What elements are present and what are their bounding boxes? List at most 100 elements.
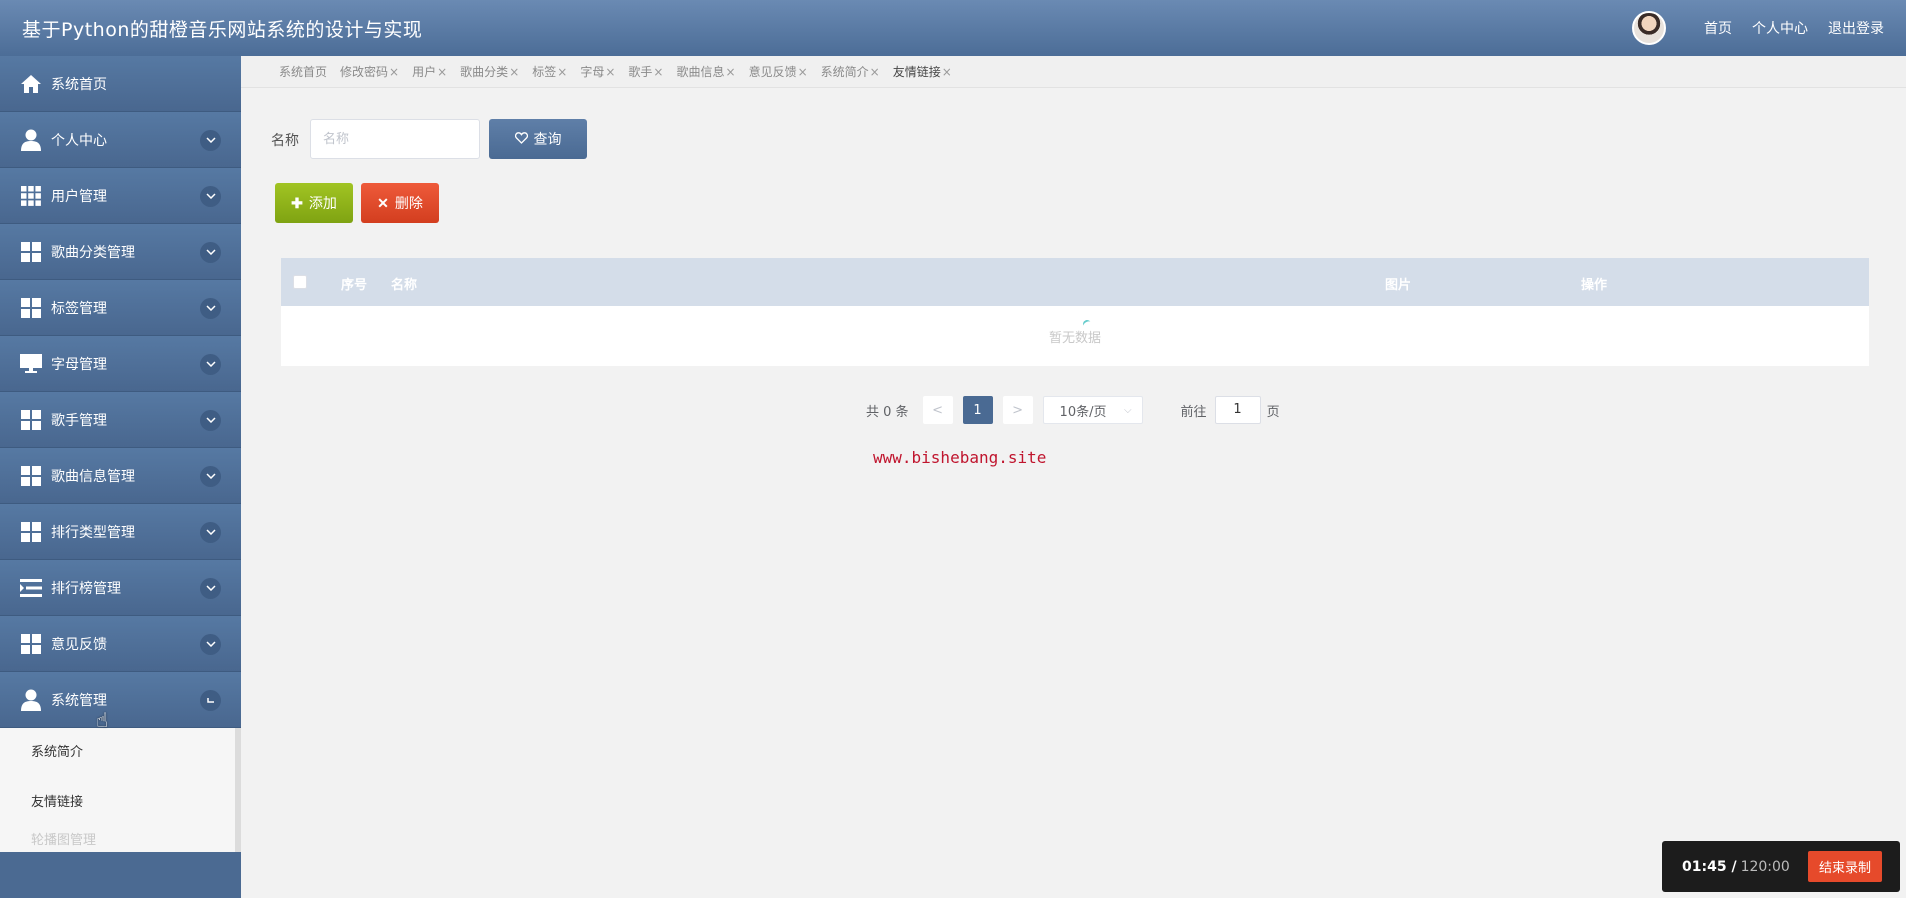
sidebar-item-label: 歌手管理 xyxy=(51,412,107,429)
sidebar-item-song-category[interactable]: 歌曲分类管理 xyxy=(0,224,241,280)
submenu-item-system-intro[interactable]: 系统简介 xyxy=(0,728,235,778)
sidebar-item-tags[interactable]: 标签管理 xyxy=(0,280,241,336)
query-button[interactable]: 查询 xyxy=(489,119,587,159)
sidebar-item-users[interactable]: 用户管理 xyxy=(0,168,241,224)
stop-recording-button[interactable]: 结束录制 xyxy=(1807,851,1882,882)
header-home-link[interactable]: 首页 xyxy=(1704,18,1732,38)
tab-home[interactable]: 系统首页 xyxy=(279,63,327,80)
delete-button[interactable]: ✕ 删除 xyxy=(361,183,439,223)
sidebar-item-home[interactable]: 系统首页 xyxy=(0,56,241,112)
sidebar-item-profile[interactable]: 个人中心 xyxy=(0,112,241,168)
close-icon[interactable]: × xyxy=(437,65,447,79)
app-title: 基于Python的甜橙音乐网站系统的设计与实现 xyxy=(22,18,423,41)
goto-page-input[interactable]: 1 xyxy=(1214,396,1261,424)
tab-system-intro[interactable]: 系统简介× xyxy=(821,63,880,80)
sidebar-item-system[interactable]: 系统管理 xyxy=(0,672,241,728)
tab-tags[interactable]: 标签× xyxy=(532,63,567,80)
name-search-input[interactable] xyxy=(310,119,480,159)
user-icon xyxy=(20,689,42,711)
close-icon[interactable]: × xyxy=(653,65,663,79)
sidebar-item-rankings[interactable]: 排行榜管理 xyxy=(0,560,241,616)
next-page-button[interactable]: > xyxy=(1002,396,1033,424)
column-header-image: 图片 xyxy=(1385,278,1412,293)
chevron-down-icon[interactable] xyxy=(200,465,221,487)
sidebar-item-singers[interactable]: 歌手管理 xyxy=(0,392,241,448)
close-icon[interactable]: × xyxy=(605,65,615,79)
chevron-down-icon[interactable] xyxy=(200,577,221,599)
tab-label: 歌手 xyxy=(628,65,653,79)
sidebar-item-feedback[interactable]: 意见反馈 xyxy=(0,616,241,672)
sidebar-item-label: 排行榜管理 xyxy=(51,580,121,597)
tab-label: 歌曲分类 xyxy=(460,65,509,79)
chevron-up-icon[interactable] xyxy=(200,689,221,711)
tab-users[interactable]: 用户× xyxy=(412,63,447,80)
tab-label: 用户 xyxy=(412,65,437,79)
close-icon[interactable]: × xyxy=(389,65,399,79)
close-icon[interactable]: × xyxy=(798,65,808,79)
page-number-1[interactable]: 1 xyxy=(962,396,993,424)
sidebar-item-label: 系统首页 xyxy=(51,76,107,93)
page-size-select[interactable]: 10条/页 ⌵ xyxy=(1042,396,1143,424)
tab-friend-links[interactable]: 友情链接× xyxy=(893,63,952,80)
tab-label: 修改密码 xyxy=(340,65,389,79)
tiles-icon xyxy=(20,409,42,431)
tab-label: 系统简介 xyxy=(820,65,869,79)
close-icon[interactable]: × xyxy=(870,65,880,79)
tab-letters[interactable]: 字母× xyxy=(580,63,615,80)
header-logout-link[interactable]: 退出登录 xyxy=(1828,18,1884,38)
chevron-down-icon[interactable] xyxy=(200,185,221,207)
tab-singers[interactable]: 歌手× xyxy=(628,63,663,80)
tiles-icon xyxy=(20,633,42,655)
sidebar-item-label: 用户管理 xyxy=(51,188,107,205)
tab-song-info[interactable]: 歌曲信息× xyxy=(676,63,735,80)
data-table: 序号 名称 图片 操作 暂无数据 xyxy=(281,258,1869,366)
chevron-down-icon[interactable] xyxy=(200,297,221,319)
tab-label: 友情链接 xyxy=(892,65,941,79)
chevron-down-icon[interactable] xyxy=(200,409,221,431)
column-header-actions: 操作 xyxy=(1581,278,1608,293)
tiles-icon xyxy=(20,297,42,319)
sidebar-item-label: 意见反馈 xyxy=(51,636,107,653)
tab-label: 意见反馈 xyxy=(748,65,797,79)
tab-label: 标签 xyxy=(532,65,557,79)
search-label: 名称 xyxy=(271,133,299,149)
pagination: 共 0 条 < 1 > 10条/页 ⌵ 前往 1 页 xyxy=(866,396,1280,424)
submenu-item-carousel[interactable]: 轮播图管理 xyxy=(0,828,235,854)
table-empty: 暂无数据 xyxy=(281,306,1869,366)
sidebar-item-letters[interactable]: 字母管理 xyxy=(0,336,241,392)
avatar[interactable] xyxy=(1632,11,1666,45)
submenu-item-friend-links[interactable]: 友情链接 xyxy=(0,778,235,828)
sidebar-item-label: 标签管理 xyxy=(51,300,107,317)
select-all-checkbox[interactable] xyxy=(293,275,307,289)
add-button[interactable]: ✚ 添加 xyxy=(275,183,353,223)
delete-button-label: 删除 xyxy=(394,195,423,211)
sidebar-item-label: 歌曲分类管理 xyxy=(51,244,135,261)
sidebar: 系统首页 个人中心 用户管理 歌曲分类管理 标签管理 字母管理 歌手管理 歌曲信… xyxy=(0,56,241,898)
goto-label: 前往 xyxy=(1180,404,1207,420)
chevron-down-icon[interactable] xyxy=(200,521,221,543)
tab-song-category[interactable]: 歌曲分类× xyxy=(460,63,519,80)
close-icon[interactable]: × xyxy=(557,65,567,79)
header-profile-link[interactable]: 个人中心 xyxy=(1752,18,1808,38)
tab-change-password[interactable]: 修改密码× xyxy=(340,63,399,80)
header-right: 首页 个人中心 退出登录 xyxy=(1632,11,1884,45)
close-icon[interactable]: × xyxy=(942,65,952,79)
tiles-icon xyxy=(20,465,42,487)
user-icon xyxy=(20,129,42,151)
sidebar-item-song-info[interactable]: 歌曲信息管理 xyxy=(0,448,241,504)
grid-icon xyxy=(20,185,42,207)
close-icon[interactable]: × xyxy=(509,65,519,79)
chevron-down-icon[interactable] xyxy=(200,241,221,263)
chevron-down-icon[interactable] xyxy=(200,633,221,655)
close-icon[interactable]: × xyxy=(726,65,736,79)
home-icon xyxy=(20,73,42,95)
column-header-name: 名称 xyxy=(391,278,418,293)
query-button-label: 查询 xyxy=(533,131,562,147)
prev-page-button[interactable]: < xyxy=(922,396,953,424)
chevron-down-icon[interactable] xyxy=(200,129,221,151)
sidebar-footer xyxy=(0,852,241,898)
tab-feedback[interactable]: 意见反馈× xyxy=(749,63,808,80)
page-unit: 页 xyxy=(1266,404,1280,420)
chevron-down-icon[interactable] xyxy=(200,353,221,375)
sidebar-item-rank-type[interactable]: 排行类型管理 xyxy=(0,504,241,560)
